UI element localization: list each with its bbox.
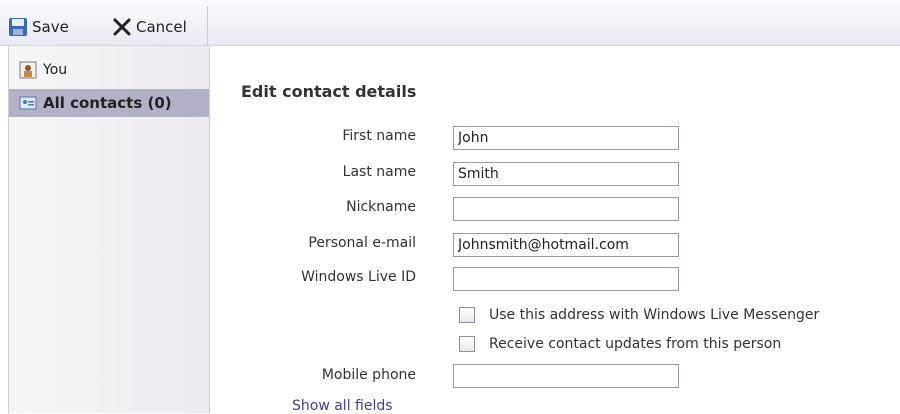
contact-form: Edit contact details First name Last nam…	[210, 46, 900, 414]
nickname-field[interactable]	[453, 197, 679, 221]
floppy-disk-icon	[9, 18, 27, 36]
cancel-label: Cancel	[136, 18, 187, 36]
personal-email-label: Personal e-mail	[308, 235, 416, 251]
checkbox-label: Receive contact updates from this person	[489, 336, 782, 352]
first-name-field[interactable]	[453, 126, 679, 150]
receive-updates-checkbox[interactable]: Receive contact updates from this person	[459, 336, 781, 352]
windows-live-id-label: Windows Live ID	[301, 269, 416, 285]
save-button[interactable]: Save	[8, 15, 69, 39]
sidebar-item-all-contacts[interactable]: All contacts (0)	[9, 89, 209, 117]
cancel-button[interactable]: Cancel	[112, 15, 187, 39]
windows-live-id-field[interactable]	[453, 267, 679, 291]
last-name-field[interactable]	[453, 162, 679, 186]
personal-email-field[interactable]	[453, 233, 679, 257]
cancel-x-icon	[113, 18, 131, 36]
last-name-label: Last name	[342, 164, 416, 180]
checkbox-box[interactable]	[459, 336, 475, 352]
checkbox-box[interactable]	[459, 307, 475, 323]
use-with-messenger-checkbox[interactable]: Use this address with Windows Live Messe…	[459, 307, 819, 323]
first-name-label: First name	[342, 128, 416, 144]
nickname-label: Nickname	[346, 199, 416, 215]
toolbar-divider	[207, 6, 208, 45]
person-card-icon	[19, 61, 37, 79]
contacts-card-icon	[19, 96, 37, 110]
show-all-fields-link[interactable]: Show all fields	[292, 398, 393, 414]
toolbar: Save Cancel	[0, 0, 900, 46]
sidebar: You All contacts (0)	[8, 46, 210, 413]
sidebar-item-label: All contacts (0)	[43, 94, 172, 112]
sidebar-item-label: You	[43, 62, 68, 78]
checkbox-label: Use this address with Windows Live Messe…	[489, 307, 820, 323]
page-title: Edit contact details	[241, 82, 417, 101]
sidebar-item-you[interactable]: You	[9, 56, 209, 84]
mobile-phone-field[interactable]	[453, 364, 679, 388]
save-label: Save	[32, 18, 69, 36]
mobile-phone-label: Mobile phone	[321, 367, 416, 383]
